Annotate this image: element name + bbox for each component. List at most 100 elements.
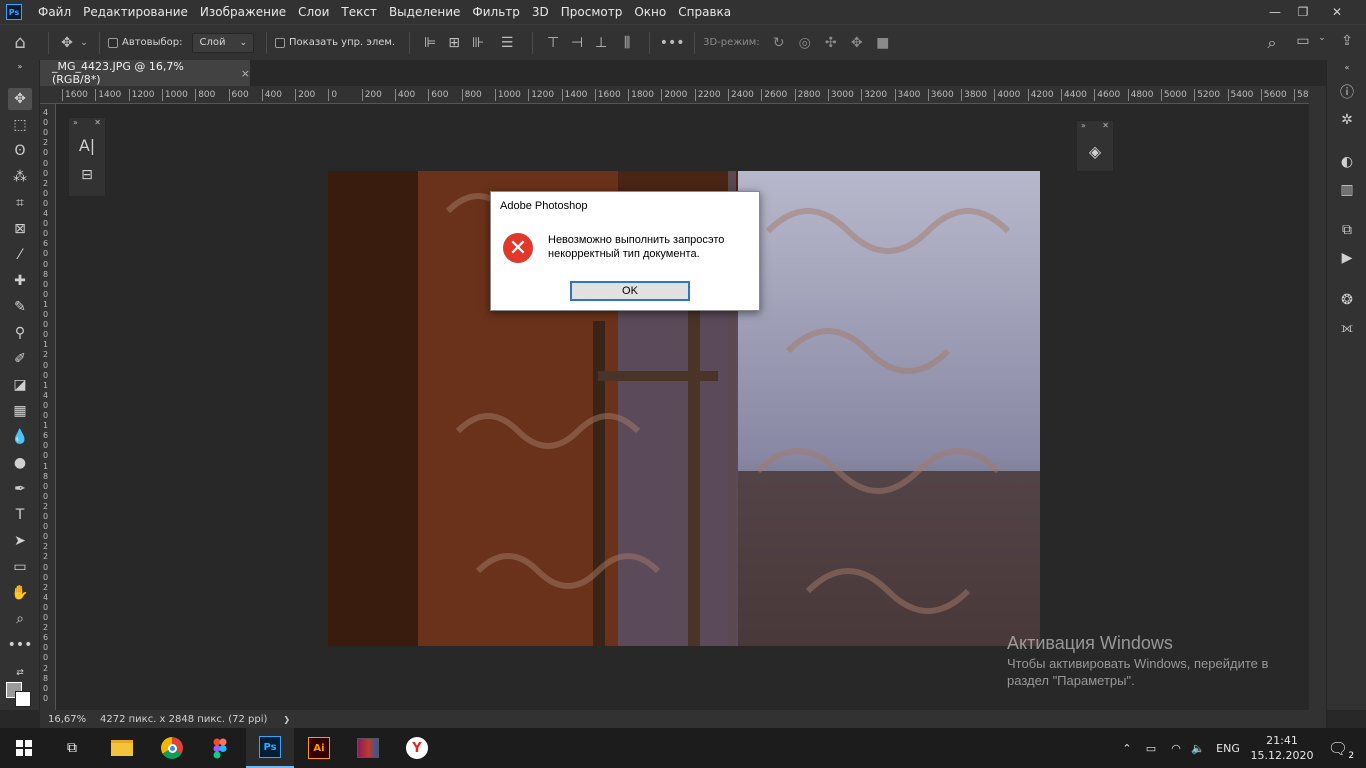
path-selection-tool-icon[interactable]: ➤ <box>8 530 32 552</box>
hand-tool-icon[interactable]: ✋ <box>8 582 32 604</box>
clock[interactable]: 21:41 15.12.2020 <box>1250 728 1314 768</box>
close-icon[interactable]: ✕ <box>94 118 101 130</box>
taskbar-photoshop[interactable]: Ps <box>246 728 294 768</box>
move-tool-icon[interactable]: ✥ <box>8 88 32 110</box>
type-tool-icon[interactable]: T <box>8 504 32 526</box>
navigator-icon[interactable]: ✲ <box>1337 110 1357 130</box>
pan-3d-icon[interactable]: ✣ <box>818 35 844 51</box>
menu-select[interactable]: Выделение <box>383 5 466 19</box>
status-menu-arrow-icon[interactable]: ❯ <box>283 715 290 724</box>
frame-tool-icon[interactable]: ⊠ <box>8 218 32 240</box>
roll-3d-icon[interactable]: ◎ <box>792 35 818 51</box>
channels-icon[interactable]: ❂ <box>1337 290 1357 310</box>
crop-tool-icon[interactable]: ⌗ <box>8 192 32 214</box>
distribute-vertical-icon[interactable]: ⫼ <box>613 35 641 51</box>
task-view-icon[interactable]: ⧉ <box>48 728 96 768</box>
zoom-tool-icon[interactable]: ⌕ <box>8 608 32 630</box>
horizontal-ruler[interactable]: 1600 1400 1200 1000 800 600 400 200 0 200 400 600 80… <box>40 86 1326 104</box>
eraser-tool-icon[interactable]: ◪ <box>8 374 32 396</box>
ok-button[interactable]: OK <box>570 281 690 301</box>
menu-edit[interactable]: Редактирование <box>77 5 194 19</box>
close-icon[interactable]: × <box>241 67 250 80</box>
taskbar-illustrator[interactable]: Ai <box>295 728 343 768</box>
brush-tool-icon[interactable]: ✎ <box>8 296 32 318</box>
slide-3d-icon[interactable]: ✥ <box>844 35 870 51</box>
language-indicator[interactable]: ENG <box>1212 728 1244 768</box>
move-tool-icon[interactable]: ✥ <box>57 35 77 51</box>
figma-icon[interactable] <box>196 728 244 768</box>
align-middle-icon[interactable]: ⊣ <box>565 35 589 51</box>
align-left-icon[interactable]: ⊫ <box>418 35 442 51</box>
pen-tool-icon[interactable]: ✒ <box>8 478 32 500</box>
start-button[interactable] <box>0 728 48 768</box>
taskbar-yandex[interactable]: Y <box>393 728 441 768</box>
orbit-3d-icon[interactable]: ↻ <box>766 35 792 51</box>
menu-window[interactable]: Окно <box>628 5 672 19</box>
collapse-icon[interactable]: « <box>1337 62 1357 72</box>
autoselect-dropdown[interactable]: Слой ⌄ <box>192 32 255 53</box>
restore-button[interactable]: ❐ <box>1288 0 1318 24</box>
vertical-scrollbar[interactable] <box>1309 86 1326 710</box>
dodge-tool-icon[interactable]: ● <box>8 452 32 474</box>
more-tools-icon[interactable]: ••• <box>8 634 33 656</box>
background-color-swatch[interactable] <box>15 691 31 707</box>
magic-wand-tool-icon[interactable]: ⁂ <box>8 166 32 188</box>
camera-3d-icon[interactable]: ■ <box>870 35 896 51</box>
glyphs-panel-icon[interactable]: ⊟ <box>69 160 105 190</box>
collapse-icon[interactable]: » <box>73 118 78 130</box>
histogram-icon[interactable]: ▥ <box>1337 180 1357 200</box>
history-icon[interactable]: ⧉ <box>1337 220 1357 240</box>
menu-filter[interactable]: Фильтр <box>466 5 525 19</box>
align-right-icon[interactable]: ⊪ <box>466 35 490 51</box>
vertical-ruler[interactable]: 4002000200400600800100012001400160018002… <box>40 104 56 710</box>
photoshop-logo-icon[interactable]: Ps <box>6 4 22 20</box>
actions-play-icon[interactable]: ▶ <box>1337 248 1357 268</box>
align-top-icon[interactable]: ⊤ <box>541 35 565 51</box>
volume-icon[interactable]: 🔈 <box>1188 728 1208 768</box>
collapse-icon[interactable]: » <box>1081 121 1086 133</box>
close-button[interactable]: ✕ <box>1322 0 1352 24</box>
winrar-icon[interactable] <box>344 728 392 768</box>
eyedropper-tool-icon[interactable]: ⁄ <box>8 244 32 266</box>
chevron-down-icon[interactable]: ⌄ <box>1316 33 1328 43</box>
marquee-tool-icon[interactable]: ⬚ <box>8 114 32 136</box>
menu-3d[interactable]: 3D <box>526 5 555 19</box>
menu-layer[interactable]: Слои <box>292 5 335 19</box>
healing-brush-tool-icon[interactable]: ✚ <box>8 270 32 292</box>
more-options-icon[interactable]: ••• <box>658 35 686 51</box>
align-bottom-icon[interactable]: ⊥ <box>589 35 613 51</box>
close-icon[interactable]: ✕ <box>1102 121 1109 133</box>
wifi-icon[interactable]: ◠ <box>1166 728 1186 768</box>
layers-panel-icon[interactable]: ◈ <box>1077 133 1113 169</box>
show-controls-checkbox[interactable] <box>275 37 286 48</box>
gradient-tool-icon[interactable]: ▦ <box>8 400 32 422</box>
file-explorer-icon[interactable] <box>98 728 146 768</box>
workspace-icon[interactable]: ▭ <box>1292 33 1314 49</box>
stamp-tool-icon[interactable]: ⚲ <box>8 322 32 344</box>
history-brush-tool-icon[interactable]: ✐ <box>8 348 32 370</box>
notification-center-icon[interactable]: 🗨 2 <box>1322 728 1355 768</box>
home-icon[interactable]: ⌂ <box>0 32 40 53</box>
distribute-icon[interactable]: ☰ <box>490 35 524 51</box>
menu-view[interactable]: Просмотр <box>555 5 629 19</box>
menu-file[interactable]: Файл <box>32 5 77 19</box>
search-icon[interactable]: ⌕ <box>1262 33 1282 53</box>
autoselect-checkbox[interactable] <box>108 37 118 48</box>
adjustments-icon[interactable]: ◐ <box>1337 152 1357 172</box>
zoom-level[interactable]: 16,67% <box>40 714 96 725</box>
menu-help[interactable]: Справка <box>672 5 737 19</box>
blur-tool-icon[interactable]: 💧 <box>8 426 32 448</box>
minimize-button[interactable]: — <box>1260 0 1290 24</box>
paths-icon[interactable]: ⟗ <box>1337 318 1357 338</box>
lasso-tool-icon[interactable]: ʘ <box>8 140 32 162</box>
swap-colors-icon[interactable]: ⇄ <box>8 662 32 684</box>
show-hidden-icons-icon[interactable]: ⌃ <box>1118 728 1136 768</box>
share-icon[interactable]: ⇪ <box>1336 33 1358 49</box>
menu-type[interactable]: Текст <box>335 5 383 19</box>
info-icon[interactable]: ⓘ <box>1337 82 1357 102</box>
document-tab[interactable]: _MG_4423.JPG @ 16,7% (RGB/8*) × <box>40 60 250 86</box>
menu-image[interactable]: Изображение <box>194 5 292 19</box>
collapse-icon[interactable]: » <box>8 62 32 71</box>
chrome-icon[interactable] <box>148 728 196 768</box>
rectangle-tool-icon[interactable]: ▭ <box>8 556 32 578</box>
